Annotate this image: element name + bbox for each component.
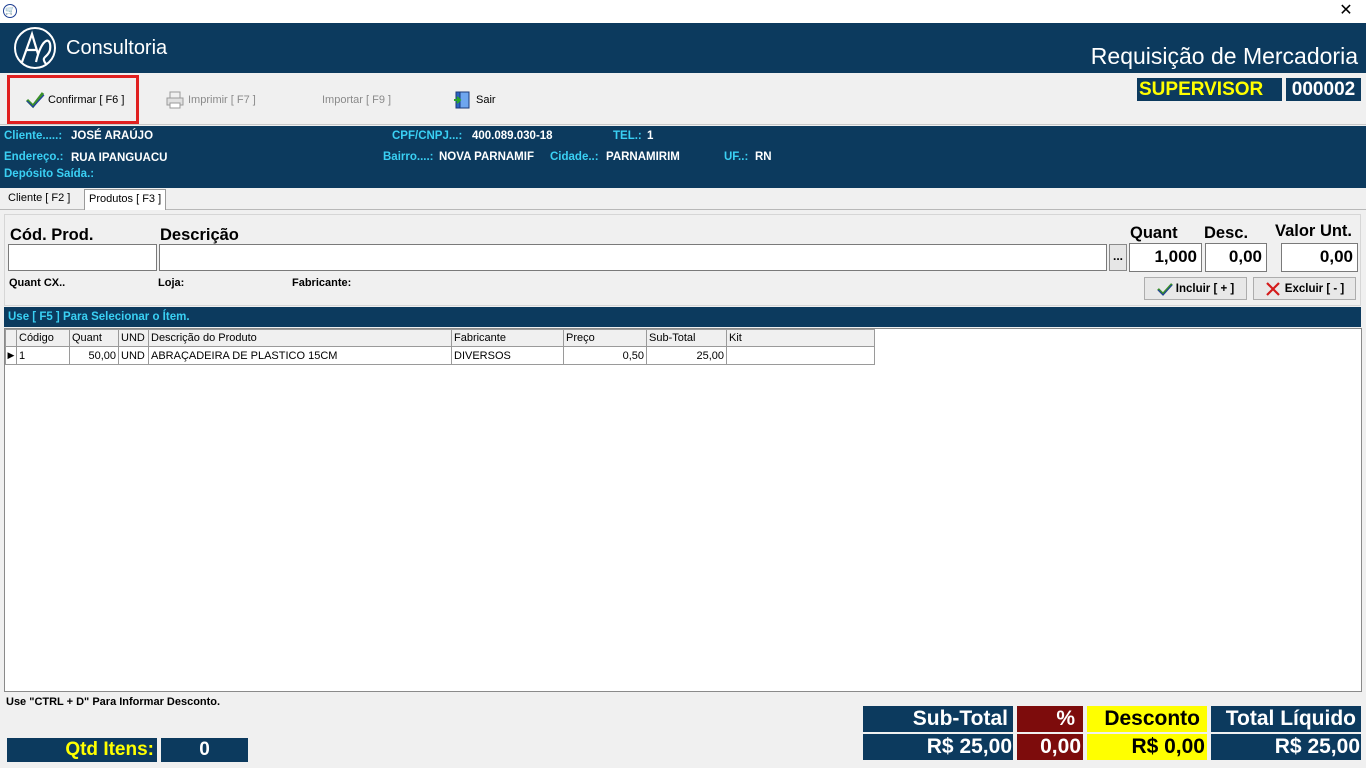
table-row[interactable]: ▶ 1 50,00 UND ABRAÇADEIRA DE PLASTICO 15… bbox=[5, 346, 875, 365]
print-button[interactable]: Imprimir [ F7 ] bbox=[162, 75, 272, 124]
cliente-label: Cliente.....: bbox=[4, 130, 63, 142]
cliente-value: JOSÉ ARAÚJO bbox=[71, 130, 154, 142]
col-header-fabricante[interactable]: Fabricante bbox=[451, 329, 564, 347]
tab-cliente[interactable]: Cliente [ F2 ] bbox=[4, 189, 74, 209]
row-indicator-icon: ▶ bbox=[5, 346, 17, 365]
col-header-preco[interactable]: Preço bbox=[563, 329, 647, 347]
col-header-subtotal[interactable]: Sub-Total bbox=[646, 329, 727, 347]
document-number: 000002 bbox=[1286, 78, 1361, 101]
close-icon[interactable]: ✕ bbox=[1337, 2, 1355, 20]
col-header-quant[interactable]: Quant bbox=[69, 329, 119, 347]
client-info-panel: Cliente.....: JOSÉ ARAÚJO CPF/CNPJ...: 4… bbox=[0, 126, 1366, 188]
quant-cx-label: Quant CX.. bbox=[9, 277, 66, 289]
bairro-label: Bairro....: bbox=[383, 151, 434, 163]
percent-value: 0,00 bbox=[1017, 734, 1083, 760]
tel-value: 1 bbox=[647, 130, 654, 142]
desconto-total-value: R$ 0,00 bbox=[1087, 734, 1207, 760]
select-item-hint: Use [ F5 ] Para Selecionar o Ítem. bbox=[4, 307, 1361, 327]
include-button[interactable]: Incluir [ + ] bbox=[1144, 277, 1247, 300]
table-header-row: Código Quant UND Descrição do Produto Fa… bbox=[5, 329, 875, 347]
cod-prod-label: Cód. Prod. bbox=[10, 226, 94, 244]
confirm-label: Confirmar [ F6 ] bbox=[48, 93, 125, 106]
brand-name: Consultoria bbox=[66, 37, 168, 59]
exit-button[interactable]: Sair bbox=[450, 75, 520, 124]
items-table: Código Quant UND Descrição do Produto Fa… bbox=[5, 329, 875, 365]
cpf-value: 400.089.030-18 bbox=[472, 130, 553, 142]
page-title: Requisição de Mercadoria bbox=[1090, 43, 1358, 69]
company-logo bbox=[14, 27, 56, 69]
cell-kit[interactable] bbox=[726, 346, 875, 365]
descricao-label: Descrição bbox=[160, 226, 239, 244]
cell-quant[interactable]: 50,00 bbox=[69, 346, 119, 365]
desc-label: Desc. bbox=[1204, 224, 1249, 242]
descricao-input[interactable] bbox=[159, 244, 1107, 271]
bairro-value: NOVA PARNAMIF bbox=[439, 151, 534, 163]
exit-door-icon bbox=[454, 91, 470, 108]
quant-label: Quant bbox=[1130, 224, 1178, 242]
exclude-button[interactable]: Excluir [ - ] bbox=[1253, 277, 1356, 300]
exit-label: Sair bbox=[476, 93, 496, 106]
subtotal-label: Sub-Total bbox=[863, 706, 1013, 732]
cell-und[interactable]: UND bbox=[118, 346, 149, 365]
qtd-itens-label: Qtd Itens: bbox=[7, 738, 157, 762]
col-header-descricao[interactable]: Descrição do Produto bbox=[148, 329, 452, 347]
loja-label: Loja: bbox=[158, 277, 185, 289]
delete-x-icon bbox=[1266, 281, 1280, 296]
deposito-label: Depósito Saída.: bbox=[4, 168, 95, 180]
total-liquido-value: R$ 25,00 bbox=[1211, 734, 1361, 760]
discount-hint: Use "CTRL + D" Para Informar Desconto. bbox=[6, 696, 221, 708]
subtotal-value: R$ 25,00 bbox=[863, 734, 1013, 760]
user-badge: SUPERVISOR bbox=[1137, 78, 1282, 101]
browse-button[interactable]: ... bbox=[1109, 244, 1127, 271]
checkmark-icon bbox=[1156, 282, 1173, 296]
cidade-label: Cidade..: bbox=[550, 151, 599, 163]
col-header-und[interactable]: UND bbox=[118, 329, 149, 347]
total-liquido-label: Total Líquido bbox=[1211, 706, 1361, 732]
cell-codigo[interactable]: 1 bbox=[16, 346, 70, 365]
cell-preco[interactable]: 0,50 bbox=[563, 346, 647, 365]
valor-unit-label: Valor Unt. bbox=[1275, 222, 1353, 240]
import-label: Importar [ F9 ] bbox=[322, 93, 392, 106]
cpf-label: CPF/CNPJ...: bbox=[392, 130, 463, 142]
fabricante-label: Fabricante: bbox=[292, 277, 352, 289]
endereco-value: RUA IPANGUACU bbox=[71, 152, 168, 164]
desconto-total-label: Desconto bbox=[1087, 706, 1207, 732]
cell-fabricante[interactable]: DIVERSOS bbox=[451, 346, 564, 365]
window-titlebar bbox=[0, 0, 1366, 23]
printer-icon bbox=[166, 91, 184, 108]
app-header: Consultoria Requisição de Mercadoria bbox=[0, 23, 1366, 73]
cell-descricao[interactable]: ABRAÇADEIRA DE PLASTICO 15CM bbox=[148, 346, 452, 365]
cell-subtotal[interactable]: 25,00 bbox=[646, 346, 727, 365]
tel-label: TEL.: bbox=[613, 130, 642, 142]
items-grid[interactable]: Código Quant UND Descrição do Produto Fa… bbox=[4, 328, 1362, 692]
cart-icon: 🛒 bbox=[3, 4, 17, 18]
endereco-label: Endereço.: bbox=[4, 151, 64, 163]
cidade-value: PARNAMIRIM bbox=[606, 151, 680, 163]
cod-prod-input[interactable] bbox=[8, 244, 157, 271]
uf-value: RN bbox=[755, 151, 772, 163]
uf-label: UF..: bbox=[724, 151, 749, 163]
include-label: Incluir [ + ] bbox=[1175, 282, 1235, 295]
desconto-input[interactable]: 0,00 bbox=[1205, 243, 1267, 272]
qtd-itens-value: 0 bbox=[161, 738, 248, 762]
tab-produtos[interactable]: Produtos [ F3 ] bbox=[84, 189, 167, 210]
tab-strip bbox=[0, 188, 1366, 210]
confirm-button[interactable]: Confirmar [ F6 ] bbox=[7, 75, 139, 124]
indicator-header bbox=[5, 329, 17, 347]
percent-label: % bbox=[1017, 706, 1083, 732]
checkmark-icon bbox=[25, 91, 45, 108]
col-header-kit[interactable]: Kit bbox=[726, 329, 875, 347]
quant-input[interactable]: 1,000 bbox=[1129, 243, 1202, 272]
import-button[interactable]: Importar [ F9 ] bbox=[318, 75, 418, 124]
col-header-codigo[interactable]: Código bbox=[16, 329, 70, 347]
print-label: Imprimir [ F7 ] bbox=[188, 93, 256, 106]
valor-unit-input[interactable]: 0,00 bbox=[1281, 243, 1358, 272]
exclude-label: Excluir [ - ] bbox=[1284, 282, 1345, 295]
